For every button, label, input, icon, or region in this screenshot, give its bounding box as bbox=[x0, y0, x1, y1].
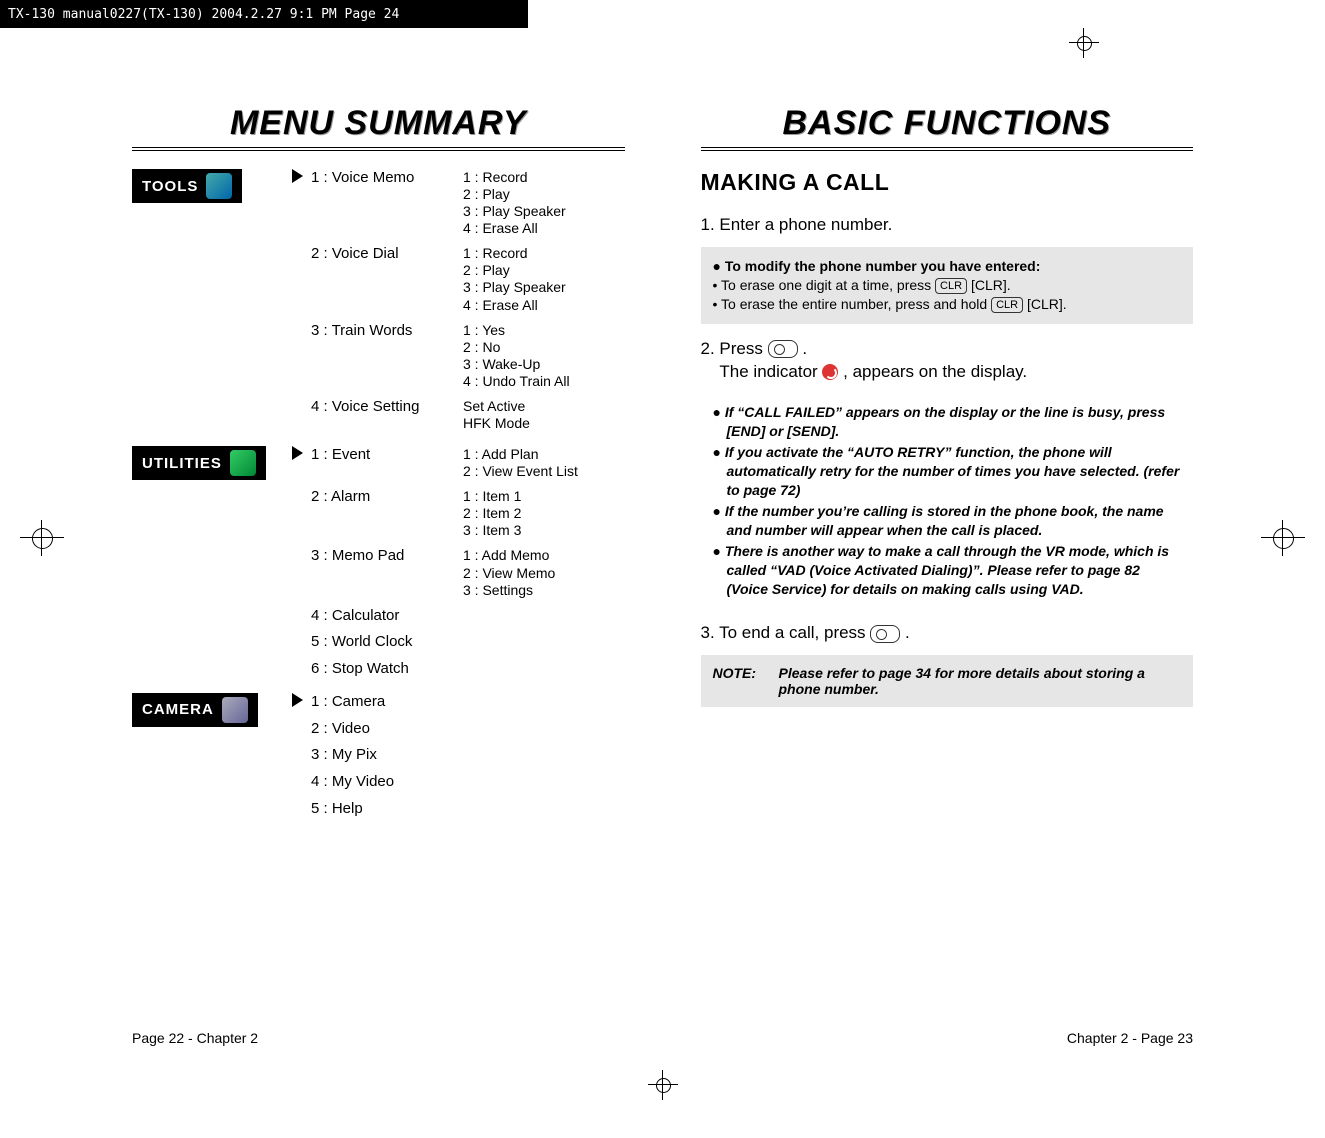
menu-item-label: 6 : Stop Watch bbox=[311, 660, 463, 679]
info-box-line: • To erase the entire number, press and … bbox=[713, 295, 1182, 314]
arrow-icon bbox=[292, 169, 303, 183]
menu-row: 4 : My Video bbox=[311, 773, 625, 792]
menu-item-label: 3 : My Pix bbox=[311, 746, 463, 765]
menu-item-label: 4 : Calculator bbox=[311, 607, 463, 626]
prepress-header: TX-130 manual0227(TX-130) 2004.2.27 9:1 … bbox=[0, 0, 528, 28]
arrow-icon bbox=[292, 446, 303, 460]
section-badge: TOOLS bbox=[132, 169, 242, 203]
header-text: TX-130 manual0227(TX-130) 2004.2.27 9:1 … bbox=[8, 7, 399, 22]
bullet-item: ● There is another way to make a call th… bbox=[713, 542, 1182, 599]
menu-item-label: 3 : Memo Pad bbox=[311, 547, 463, 566]
page-footer: Chapter 2 - Page 23 bbox=[1067, 1030, 1193, 1046]
info-box-line: • To erase one digit at a time, press CL… bbox=[713, 276, 1182, 295]
badge-label: TOOLS bbox=[142, 178, 198, 195]
menu-row: 6 : Stop Watch bbox=[311, 660, 625, 679]
menu-item-label: 5 : World Clock bbox=[311, 633, 463, 652]
menu-row: 2 : Voice Dial1 : Record 2 : Play 3 : Pl… bbox=[311, 245, 625, 313]
registration-mark-icon bbox=[648, 1070, 678, 1100]
menu-row: 3 : Memo Pad1 : Add Memo 2 : View Memo 3… bbox=[311, 547, 625, 598]
bullet-box: ● If “CALL FAILED” appears on the displa… bbox=[701, 393, 1194, 608]
page-wrapper: TX-130 manual0227(TX-130) 2004.2.27 9:1 … bbox=[0, 0, 1325, 1138]
badge-icon bbox=[230, 450, 256, 476]
registration-mark-icon bbox=[1261, 520, 1305, 556]
badge-icon bbox=[222, 697, 248, 723]
note-label: NOTE: bbox=[713, 665, 779, 697]
menu-row: 4 : Calculator bbox=[311, 607, 625, 626]
right-page: BASIC FUNCTIONS MAKING A CALL 1. Enter a… bbox=[663, 104, 1232, 1004]
menu-row: 5 : Help bbox=[311, 800, 625, 819]
step-text: 2. Press . The indicator , appears on th… bbox=[701, 338, 1194, 384]
note-box: NOTE: Please refer to page 34 for more d… bbox=[701, 655, 1194, 707]
page-title: BASIC FUNCTIONS bbox=[701, 104, 1194, 143]
page-title: MENU SUMMARY bbox=[132, 104, 625, 143]
submenu-list: 1 : Record 2 : Play 3 : Play Speaker 4 :… bbox=[463, 245, 566, 313]
menu-item-label: 2 : Voice Dial bbox=[311, 245, 463, 264]
menu-row: 1 : Event1 : Add Plan 2 : View Event Lis… bbox=[311, 446, 625, 480]
send-key-icon bbox=[768, 340, 798, 358]
menu-item-label: 2 : Video bbox=[311, 720, 463, 739]
menu-item-label: 5 : Help bbox=[311, 800, 463, 819]
menu-row: 1 : Camera bbox=[311, 693, 625, 712]
registration-mark-icon bbox=[1069, 28, 1099, 58]
submenu-list: 1 : Yes 2 : No 3 : Wake-Up 4 : Undo Trai… bbox=[463, 322, 570, 390]
submenu-list: 1 : Add Plan 2 : View Event List bbox=[463, 446, 578, 480]
menu-row: 1 : Voice Memo1 : Record 2 : Play 3 : Pl… bbox=[311, 169, 625, 237]
submenu-list: 1 : Record 2 : Play 3 : Play Speaker 4 :… bbox=[463, 169, 566, 237]
menu-item-label: 1 : Camera bbox=[311, 693, 463, 712]
clr-key-icon: CLR bbox=[935, 278, 967, 294]
info-box-heading: ● To modify the phone number you have en… bbox=[713, 257, 1182, 276]
section-badge: UTILITIES bbox=[132, 446, 266, 480]
badge-label: CAMERA bbox=[142, 701, 214, 718]
call-indicator-icon bbox=[822, 364, 838, 380]
end-key-icon bbox=[870, 625, 900, 643]
menu-row: 5 : World Clock bbox=[311, 633, 625, 652]
menu-row: 2 : Video bbox=[311, 720, 625, 739]
badge-label: UTILITIES bbox=[142, 455, 222, 472]
note-text: Please refer to page 34 for more details… bbox=[779, 665, 1182, 697]
menu-row: 3 : My Pix bbox=[311, 746, 625, 765]
section-badge: CAMERA bbox=[132, 693, 258, 727]
left-page: MENU SUMMARY TOOLS1 : Voice Memo1 : Reco… bbox=[94, 104, 663, 1004]
bullet-item: ● If “CALL FAILED” appears on the displa… bbox=[713, 403, 1182, 441]
page-spread: MENU SUMMARY TOOLS1 : Voice Memo1 : Reco… bbox=[94, 104, 1231, 1004]
menu-item-label: 2 : Alarm bbox=[311, 488, 463, 507]
page-footer: Page 22 - Chapter 2 bbox=[132, 1030, 258, 1046]
menu-row: 4 : Voice SettingSet Active HFK Mode bbox=[311, 398, 625, 432]
submenu-list: 1 : Add Memo 2 : View Memo 3 : Settings bbox=[463, 547, 555, 598]
menu-item-label: 4 : My Video bbox=[311, 773, 463, 792]
bullet-item: ● If you activate the “AUTO RETRY” funct… bbox=[713, 443, 1182, 500]
menu-item-label: 1 : Voice Memo bbox=[311, 169, 463, 188]
title-rule bbox=[701, 147, 1194, 151]
badge-icon bbox=[206, 173, 232, 199]
bullet-item: ● If the number you’re calling is stored… bbox=[713, 502, 1182, 540]
clr-key-icon: CLR bbox=[991, 297, 1023, 313]
menu-item-label: 3 : Train Words bbox=[311, 322, 463, 341]
section-heading: MAKING A CALL bbox=[701, 169, 1194, 196]
step-text: 3. To end a call, press . bbox=[701, 622, 1194, 645]
step-text: 1. Enter a phone number. bbox=[701, 214, 1194, 237]
menu-row: 2 : Alarm1 : Item 1 2 : Item 2 3 : Item … bbox=[311, 488, 625, 539]
info-box: ● To modify the phone number you have en… bbox=[701, 247, 1194, 324]
title-rule bbox=[132, 147, 625, 151]
menu-item-label: 1 : Event bbox=[311, 446, 463, 465]
menu-item-label: 4 : Voice Setting bbox=[311, 398, 463, 417]
registration-mark-icon bbox=[20, 520, 64, 556]
submenu-list: Set Active HFK Mode bbox=[463, 398, 530, 432]
submenu-list: 1 : Item 1 2 : Item 2 3 : Item 3 bbox=[463, 488, 521, 539]
menu-row: 3 : Train Words1 : Yes 2 : No 3 : Wake-U… bbox=[311, 322, 625, 390]
arrow-icon bbox=[292, 693, 303, 707]
